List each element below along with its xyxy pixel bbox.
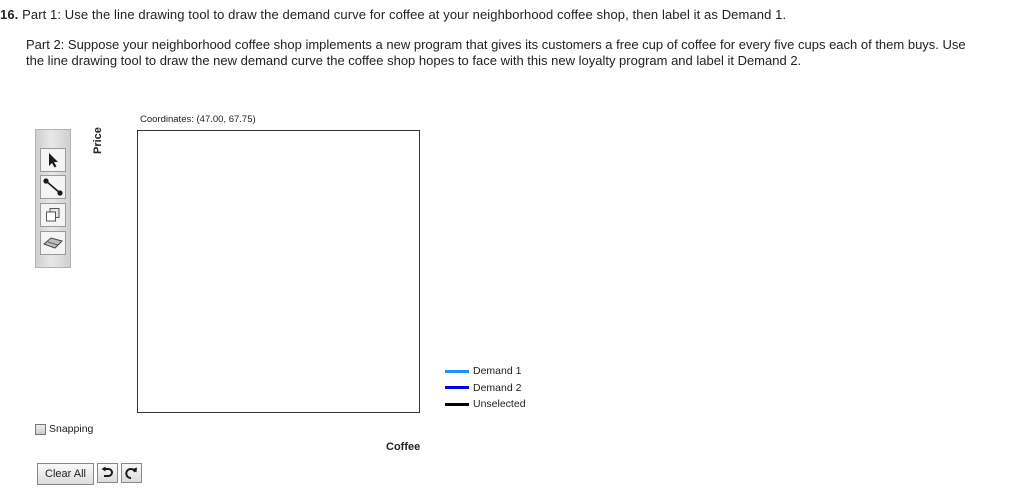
redo-button[interactable] [120, 463, 142, 483]
legend-label: Demand 2 [473, 381, 522, 394]
question-part1-line: 16. Part 1: Use the line drawing tool to… [0, 7, 786, 22]
line-tool-button[interactable] [40, 175, 66, 199]
action-buttons: Clear All [37, 463, 142, 485]
graph-canvas[interactable] [137, 130, 420, 413]
drawing-toolbar [35, 129, 71, 268]
legend-swatch [445, 402, 469, 406]
legend-item-unselected[interactable]: Unselected [445, 396, 526, 413]
clear-all-button[interactable]: Clear All [37, 463, 94, 485]
duplicate-tool-button[interactable] [40, 203, 66, 227]
question-number: 16. [0, 7, 19, 22]
question-part2: Part 2: Suppose your neighborhood coffee… [26, 37, 966, 68]
legend-item-demand-1[interactable]: Demand 1 [445, 363, 526, 380]
eraser-tool-button[interactable] [40, 231, 66, 255]
x-axis-label: Coffee [386, 441, 421, 453]
coordinates-readout: Coordinates: (47.00, 67.75) [140, 114, 256, 125]
pointer-tool-button[interactable] [40, 148, 66, 172]
snapping-checkbox[interactable] [35, 423, 46, 435]
eraser-icon [43, 237, 63, 249]
undo-icon [101, 466, 114, 477]
question-part1: Part 1: Use the line drawing tool to dra… [22, 7, 787, 22]
legend-label: Demand 1 [473, 365, 522, 378]
legend-label: Unselected [473, 398, 526, 411]
line-tool-icon [43, 178, 63, 196]
legend-item-demand-2[interactable]: Demand 2 [445, 380, 526, 397]
legend-swatch [445, 369, 469, 373]
legend: Demand 1 Demand 2 Unselected [445, 363, 526, 413]
y-axis-label: Price [92, 127, 104, 154]
snapping-toggle[interactable]: Snapping [35, 423, 93, 435]
undo-button[interactable] [96, 463, 118, 483]
snapping-label: Snapping [49, 423, 94, 435]
pointer-icon [49, 153, 58, 168]
duplicate-icon [46, 208, 60, 222]
legend-swatch [445, 386, 469, 390]
redo-icon [125, 467, 138, 479]
